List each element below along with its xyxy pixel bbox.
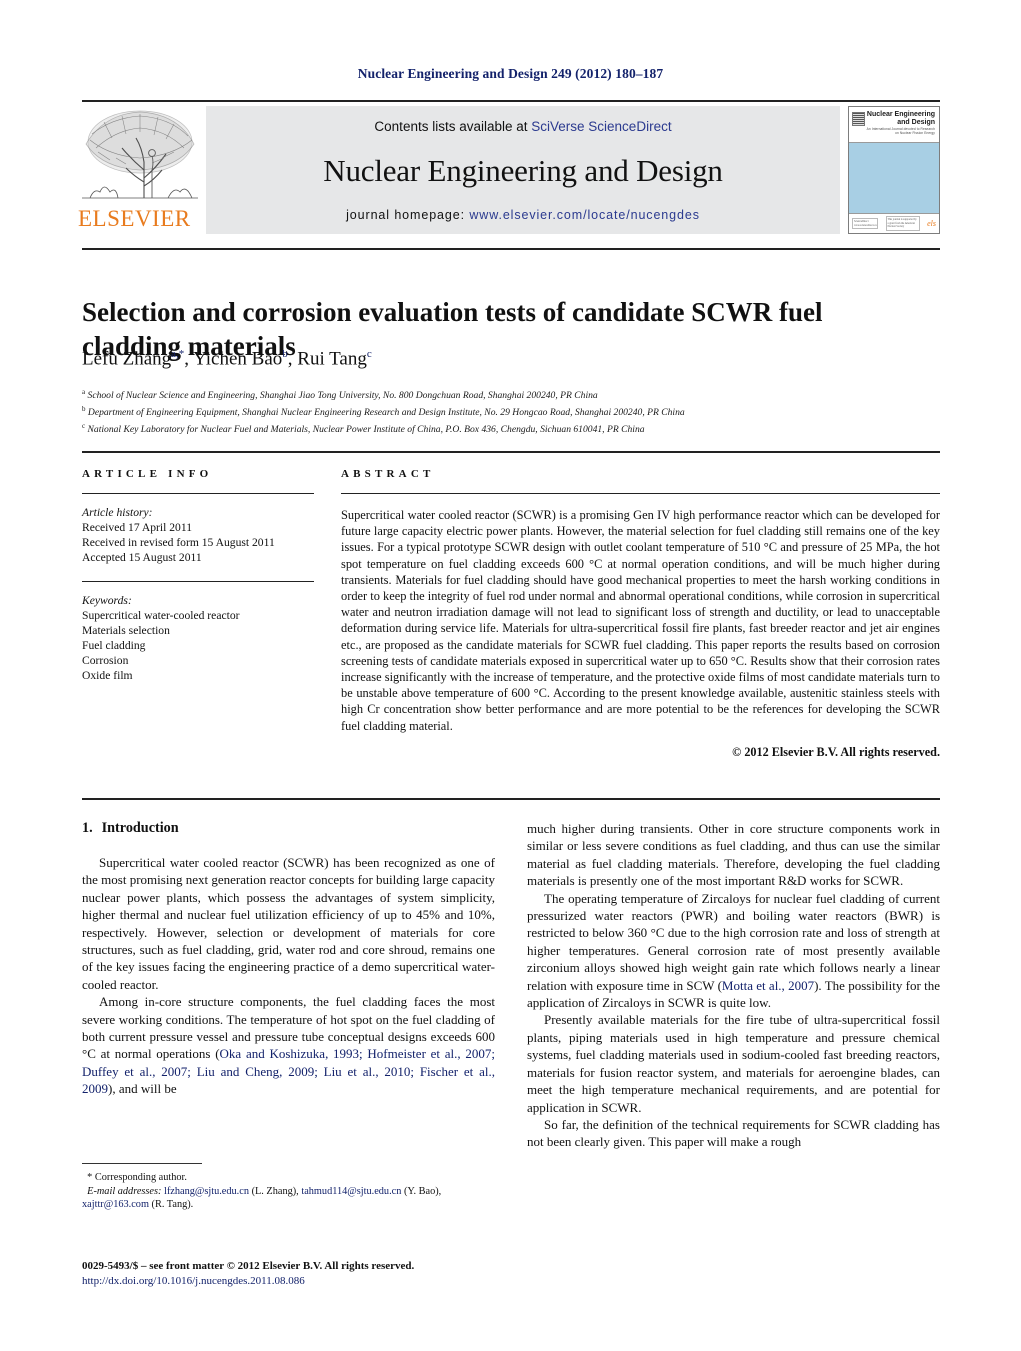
issn-block: 0029-5493/$ – see front matter © 2012 El…	[82, 1259, 542, 1289]
corresponding-text: Corresponding author.	[94, 1172, 187, 1183]
article-info-heading: ARTICLE INFO	[82, 468, 213, 480]
keyword-item: Materials selection	[82, 624, 170, 637]
affiliation-item: c National Key Laboratory for Nuclear Fu…	[82, 420, 942, 437]
email-address[interactable]: lfzhang@sjtu.edu.cn	[164, 1186, 249, 1197]
contents-available-line: Contents lists available at SciVerse Sci…	[374, 119, 671, 134]
paragraph: much higher during transients. Other in …	[527, 821, 940, 889]
author-list: Lefu Zhanga,*, Yichen Baob, Rui Tangc	[82, 348, 372, 370]
masthead-center-band: Contents lists available at SciVerse Sci…	[206, 106, 840, 234]
elsevier-logo: ELSEVIER	[78, 106, 200, 234]
journal-homepage-link[interactable]: www.elsevier.com/locate/nucengdes	[469, 208, 700, 222]
abstract-text: Supercritical water cooled reactor (SCWR…	[341, 508, 940, 733]
paragraph: The operating temperature of Zircaloys f…	[527, 890, 940, 1012]
cover-title: Nuclear Engineering and Design An Intern…	[865, 111, 936, 135]
paragraph: So far, the definition of the technical …	[527, 1116, 940, 1150]
abstract-heading: ABSTRACT	[341, 468, 435, 480]
section-number: 1.	[82, 820, 93, 836]
keyword-item: Oxide film	[82, 669, 133, 682]
cover-title-line1: Nuclear Engineering	[866, 111, 935, 118]
cover-badge-center: This journal is supported by a grant fro…	[885, 216, 920, 231]
abstract-column: ABSTRACT Supercritical water cooled reac…	[341, 468, 940, 760]
running-head: Nuclear Engineering and Design 249 (2012…	[357, 66, 664, 81]
section-heading-introduction: 1. Introduction	[82, 820, 495, 837]
elsevier-tree-icon	[82, 110, 198, 199]
footnote-block: * Corresponding author. E-mail addresses…	[82, 1163, 495, 1212]
history-revised: Received in revised form 15 August 2011	[82, 536, 275, 549]
keywords-rule	[82, 581, 314, 582]
title-divider	[82, 248, 940, 250]
email-owner: (R. Tang).	[151, 1199, 194, 1211]
citation-link[interactable]: Motta et al., 2007	[722, 978, 814, 993]
keyword-item: Supercritical water-cooled reactor	[82, 609, 240, 622]
body-divider	[82, 798, 940, 800]
email-owner: (Y. Bao)	[403, 1185, 439, 1197]
corresponding-author-note: * Corresponding author.	[82, 1171, 495, 1185]
footnote-divider	[82, 1163, 202, 1164]
body-column-left: 1. Introduction Supercritical water coole…	[82, 820, 495, 1098]
author-marks: b	[282, 348, 288, 360]
paragraph: Supercritical water cooled reactor (SCWR…	[82, 855, 495, 992]
article-info-rule	[82, 493, 314, 494]
paragraph: Presently available materials for the fi…	[527, 1012, 940, 1115]
keyword-item: Corrosion	[82, 654, 129, 667]
cover-footer: ScienceDirect www.sciencedirect.com This…	[849, 213, 939, 233]
author-name: Yichen Bao	[193, 348, 283, 370]
email-label: E-mail addresses:	[87, 1185, 162, 1197]
abstract-copyright: © 2012 Elsevier B.V. All rights reserved…	[732, 744, 940, 759]
affiliation-item: a School of Nuclear Science and Engineer…	[82, 386, 942, 403]
journal-homepage-line: journal homepage: www.elsevier.com/locat…	[346, 208, 700, 222]
info-divider	[82, 451, 940, 453]
journal-title: Nuclear Engineering and Design	[323, 153, 723, 188]
article-history-label: Article history:	[82, 506, 153, 519]
cover-header: Nuclear Engineering and Design An Intern…	[849, 107, 939, 143]
article-history-group: Article history: Received 17 April 2011 …	[82, 505, 314, 565]
author-marks: a,*	[171, 348, 185, 360]
cover-title-line2: and Design	[897, 119, 935, 126]
cover-elsevier-mark-icon: els	[927, 219, 936, 228]
abstract-rule	[341, 493, 940, 494]
cover-subtitle: An International Journal devoted to Rese…	[866, 127, 935, 135]
cover-badge-sciencedirect: ScienceDirect www.sciencedirect.com	[852, 218, 878, 229]
author-name: Rui Tang	[297, 348, 367, 370]
doi-link[interactable]: http://dx.doi.org/10.1016/j.nucengdes.20…	[82, 1274, 542, 1289]
history-received: Received 17 April 2011	[82, 521, 193, 534]
contents-prefix: Contents lists available at	[374, 119, 532, 134]
cover-publisher-mark-icon	[852, 112, 865, 126]
author-name: Lefu Zhang	[82, 348, 172, 370]
section-title: Introduction	[101, 820, 179, 836]
affiliation-item: b Department of Engineering Equipment, S…	[82, 403, 942, 420]
email-address[interactable]: tahmud114@sjtu.edu.cn	[301, 1186, 401, 1197]
paragraph: Among in-core structure components, the …	[82, 993, 495, 1097]
author-marks: c	[366, 348, 372, 360]
article-info-column: ARTICLE INFO Article history: Received 1…	[82, 468, 314, 683]
affiliation-mark: b	[82, 404, 86, 413]
keywords-label: Keywords:	[82, 594, 132, 607]
affiliation-mark: c	[82, 421, 86, 430]
journal-masthead: ELSEVIER Contents lists available at Sci…	[78, 100, 940, 234]
affiliation-text: School of Nuclear Science and Engineerin…	[87, 390, 598, 402]
journal-article-page: Nuclear Engineering and Design 249 (2012…	[0, 0, 1021, 1351]
history-accepted: Accepted 15 August 2011	[82, 551, 202, 564]
affiliation-mark: a	[82, 388, 86, 396]
paragraph-text: ), and will be	[108, 1081, 177, 1097]
email-owner: (L. Zhang)	[251, 1185, 297, 1197]
sciencedirect-link[interactable]: SciVerse ScienceDirect	[531, 119, 671, 134]
affiliation-list: a School of Nuclear Science and Engineer…	[82, 386, 942, 436]
corresponding-mark: *	[87, 1172, 93, 1183]
journal-cover-thumbnail: Nuclear Engineering and Design An Intern…	[848, 106, 940, 234]
cover-image-area	[849, 143, 939, 213]
issn-front-matter: 0029-5493/$ – see front matter © 2012 El…	[82, 1260, 415, 1272]
email-address[interactable]: xajttr@163.com	[82, 1199, 149, 1210]
body-column-right: much higher during transients. Other in …	[527, 820, 940, 1151]
keyword-item: Fuel cladding	[82, 639, 146, 652]
email-note: E-mail addresses: lfzhang@sjtu.edu.cn (L…	[82, 1185, 442, 1211]
keywords-group: Keywords: Supercritical water-cooled rea…	[82, 593, 314, 683]
affiliation-text: National Key Laboratory for Nuclear Fuel…	[87, 423, 645, 435]
elsevier-wordmark: ELSEVIER	[78, 206, 191, 231]
affiliation-text: Department of Engineering Equipment, Sha…	[87, 406, 685, 418]
homepage-prefix: journal homepage:	[346, 208, 470, 222]
